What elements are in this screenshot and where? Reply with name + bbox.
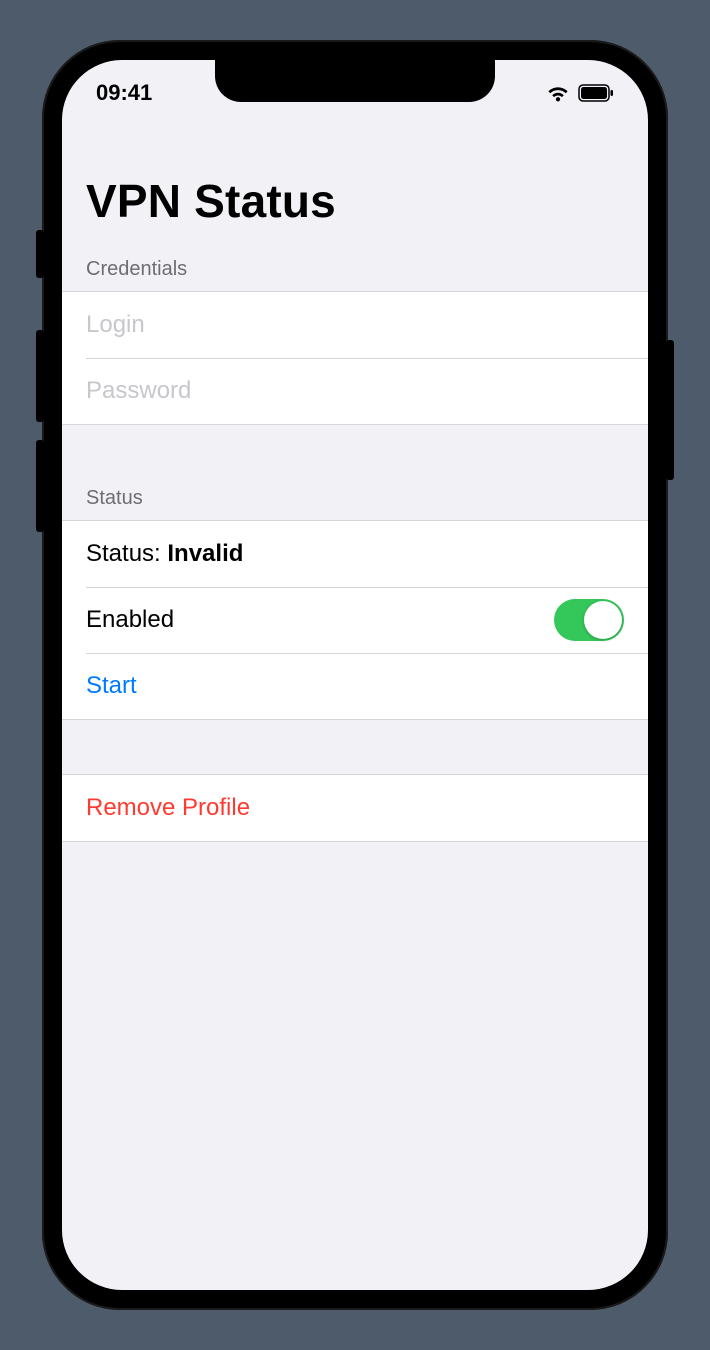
toggle-knob	[584, 601, 622, 639]
login-cell[interactable]	[62, 292, 648, 358]
wifi-icon	[546, 84, 570, 102]
credentials-group	[62, 291, 648, 425]
page-title: VPN Status	[62, 162, 648, 250]
mute-switch	[36, 230, 44, 278]
phone-frame: 09:41 VPN Status Credentials	[42, 40, 668, 1310]
login-input[interactable]	[86, 311, 624, 339]
password-cell[interactable]	[62, 358, 648, 424]
password-input[interactable]	[86, 377, 624, 405]
volume-up-button	[36, 330, 44, 422]
status-indicators	[546, 84, 614, 102]
status-cell: Status: Invalid	[62, 521, 648, 587]
content: VPN Status Credentials Status Status: In…	[62, 112, 648, 842]
section-gap	[62, 425, 648, 479]
start-button[interactable]: Start	[86, 672, 137, 700]
notch	[215, 60, 495, 102]
remove-profile-button[interactable]: Remove Profile	[86, 794, 250, 822]
battery-icon	[578, 84, 614, 102]
status-time: 09:41	[96, 80, 152, 106]
status-prefix: Status:	[86, 540, 167, 567]
credentials-header: Credentials	[62, 250, 648, 291]
status-header: Status	[62, 479, 648, 520]
start-cell[interactable]: Start	[62, 653, 648, 719]
enabled-label: Enabled	[86, 606, 174, 634]
volume-down-button	[36, 440, 44, 532]
enabled-cell: Enabled	[62, 587, 648, 653]
screen: 09:41 VPN Status Credentials	[62, 60, 648, 1290]
status-group: Status: Invalid Enabled Start	[62, 520, 648, 720]
actions-group: Remove Profile	[62, 774, 648, 842]
status-label: Status: Invalid	[86, 540, 243, 568]
enabled-toggle[interactable]	[554, 599, 624, 641]
status-value: Invalid	[167, 540, 243, 567]
section-gap-2	[62, 720, 648, 774]
power-button	[666, 340, 674, 480]
remove-profile-cell[interactable]: Remove Profile	[62, 775, 648, 841]
